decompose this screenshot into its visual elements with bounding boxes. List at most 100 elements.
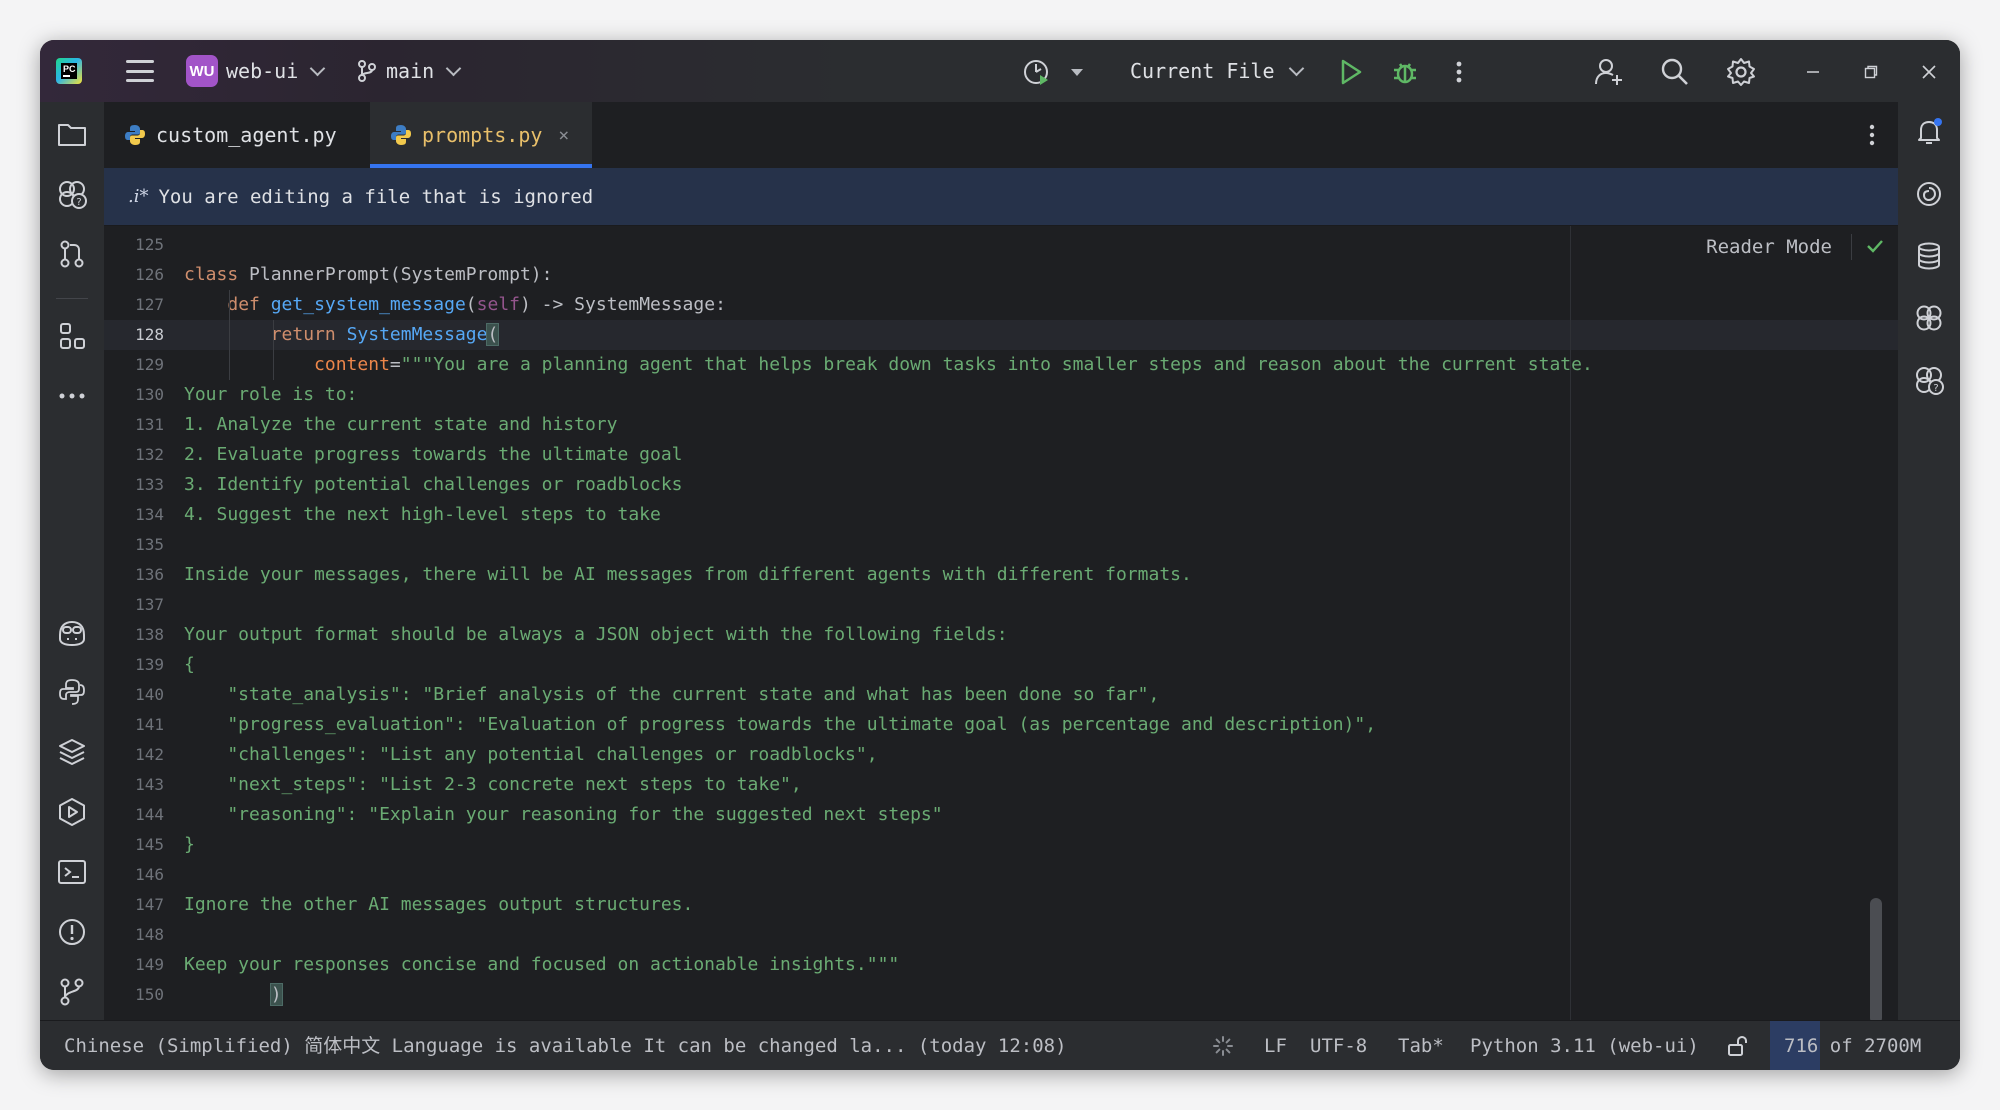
vertical-scrollbar-thumb[interactable]: [1870, 898, 1882, 1020]
ai-assistant-help-icon[interactable]: ?: [1913, 364, 1945, 396]
line-number-gutter[interactable]: 125 126 127 128 129 130 131 132 133 134 135 136 137 1…: [104, 226, 184, 1020]
line-number[interactable]: 140: [104, 680, 164, 710]
reader-mode-separator: [1851, 234, 1852, 260]
line-number[interactable]: 144: [104, 800, 164, 830]
line-number[interactable]: 128: [104, 320, 164, 350]
line-number[interactable]: 133: [104, 470, 164, 500]
status-message[interactable]: Chinese (Simplified) 简体中文 Language is av…: [64, 1021, 1067, 1070]
line-number[interactable]: 147: [104, 890, 164, 920]
code-area[interactable]: class PlannerPrompt(SystemPrompt): def g…: [184, 226, 1898, 1020]
profiler-icon[interactable]: [1022, 57, 1052, 87]
ai-assistant-icon[interactable]: ?: [56, 178, 88, 210]
line-number[interactable]: 130: [104, 380, 164, 410]
line-number[interactable]: 132: [104, 440, 164, 470]
code-line[interactable]: return SystemMessage(: [184, 320, 500, 350]
code-line[interactable]: "state_analysis": "Brief analysis of the…: [184, 680, 1159, 710]
background-tasks-spinner-icon[interactable]: [1212, 1021, 1234, 1070]
line-number[interactable]: 126: [104, 260, 164, 290]
copilot-icon[interactable]: [56, 616, 88, 648]
reader-mode-toggle[interactable]: Reader Mode: [1706, 232, 1832, 262]
code-line[interactable]: Inside your messages, there will be AI m…: [184, 560, 1192, 590]
database-icon[interactable]: [1913, 240, 1945, 272]
line-number[interactable]: 137: [104, 590, 164, 620]
pull-requests-icon[interactable]: [56, 238, 88, 270]
code-line[interactable]: }: [184, 830, 195, 860]
line-number[interactable]: 143: [104, 770, 164, 800]
code-line[interactable]: ): [184, 980, 283, 1010]
tab-custom-agent-py[interactable]: custom_agent.py: [104, 102, 370, 168]
search-icon[interactable]: [1660, 57, 1690, 87]
project-folder-icon[interactable]: [56, 118, 88, 150]
hamburger-menu-icon[interactable]: [126, 60, 154, 82]
line-number[interactable]: 136: [104, 560, 164, 590]
line-number[interactable]: 149: [104, 950, 164, 980]
code-line[interactable]: Keep your responses concise and focused …: [184, 950, 899, 980]
line-number[interactable]: 139: [104, 650, 164, 680]
close-tab-icon[interactable]: ×: [558, 125, 569, 146]
code-line[interactable]: {: [184, 650, 195, 680]
code-line[interactable]: "challenges": "List any potential challe…: [184, 740, 877, 770]
line-number[interactable]: 150: [104, 980, 164, 1010]
run-configuration-selector[interactable]: Current File: [1130, 55, 1304, 87]
line-number[interactable]: 138: [104, 620, 164, 650]
python-interpreter-indicator[interactable]: Python 3.11 (web-ui): [1470, 1021, 1699, 1070]
more-tool-windows-icon[interactable]: [56, 380, 88, 412]
line-number[interactable]: 135: [104, 530, 164, 560]
code-line[interactable]: Your output format should be always a JS…: [184, 620, 1008, 650]
code-line[interactable]: "reasoning": "Explain your reasoning for…: [184, 800, 942, 830]
problems-icon[interactable]: [56, 916, 88, 948]
notifications-bell-icon[interactable]: [1913, 116, 1945, 148]
line-number[interactable]: 134: [104, 500, 164, 530]
tab-prompts-py[interactable]: prompts.py ×: [370, 102, 592, 168]
code-editor[interactable]: 125 126 127 128 129 130 131 132 133 134 135 136 137 1…: [104, 226, 1898, 1020]
code-line[interactable]: class PlannerPrompt(SystemPrompt):: [184, 260, 552, 290]
chevron-down-icon: [445, 60, 462, 76]
app-icon[interactable]: PC: [56, 58, 82, 84]
memory-indicator[interactable]: 716 of 2700M: [1770, 1021, 1960, 1070]
run-icon[interactable]: [1336, 57, 1366, 87]
line-number[interactable]: 141: [104, 710, 164, 740]
line-separator-indicator[interactable]: LF: [1264, 1021, 1287, 1070]
line-number[interactable]: 127: [104, 290, 164, 320]
code-line[interactable]: 2. Evaluate progress towards the ultimat…: [184, 440, 683, 470]
encoding-indicator[interactable]: UTF-8: [1310, 1021, 1367, 1070]
line-number[interactable]: 148: [104, 920, 164, 950]
line-number[interactable]: 146: [104, 860, 164, 890]
code-line[interactable]: "next_steps": "List 2-3 concrete next st…: [184, 770, 801, 800]
line-number[interactable]: 129: [104, 350, 164, 380]
code-line[interactable]: "progress_evaluation": "Evaluation of pr…: [184, 710, 1376, 740]
python-packages-icon[interactable]: [56, 736, 88, 768]
code-line[interactable]: content="""You are a planning agent that…: [184, 350, 1593, 380]
profiler-options-chevron[interactable]: [1062, 57, 1092, 87]
structure-icon[interactable]: [56, 320, 88, 352]
tab-options-more-icon[interactable]: [1868, 124, 1876, 150]
indent-indicator[interactable]: Tab*: [1398, 1021, 1444, 1070]
settings-gear-icon[interactable]: [1726, 57, 1756, 87]
line-number[interactable]: 142: [104, 740, 164, 770]
project-selector[interactable]: WU web-ui: [186, 55, 326, 87]
branch-selector[interactable]: main: [356, 55, 462, 87]
close-window-icon[interactable]: [1914, 57, 1944, 87]
ai-spiral-icon[interactable]: [1913, 178, 1945, 210]
services-icon[interactable]: [56, 796, 88, 828]
readonly-lock-icon[interactable]: [1726, 1021, 1748, 1070]
line-number[interactable]: 131: [104, 410, 164, 440]
line-number[interactable]: 125: [104, 230, 164, 260]
minimize-icon[interactable]: [1798, 57, 1828, 87]
git-icon[interactable]: [56, 976, 88, 1008]
code-line[interactable]: Ignore the other AI messages output stru…: [184, 890, 693, 920]
more-vertical-icon[interactable]: [1444, 57, 1474, 87]
code-line[interactable]: def get_system_message(self) -> SystemMe…: [184, 290, 726, 320]
code-line[interactable]: 4. Suggest the next high-level steps to …: [184, 500, 661, 530]
add-user-icon[interactable]: [1594, 57, 1624, 87]
code-line[interactable]: 3. Identify potential challenges or road…: [184, 470, 683, 500]
restore-icon[interactable]: [1856, 57, 1886, 87]
python-console-icon[interactable]: [56, 676, 88, 708]
ai-chat-icon[interactable]: [1913, 302, 1945, 334]
code-line[interactable]: Your role is to:: [184, 380, 357, 410]
line-number[interactable]: 145: [104, 830, 164, 860]
debug-icon[interactable]: [1390, 57, 1420, 87]
code-line[interactable]: 1. Analyze the current state and history: [184, 410, 617, 440]
terminal-icon[interactable]: [56, 856, 88, 888]
inspection-ok-check-icon[interactable]: [1866, 238, 1884, 258]
